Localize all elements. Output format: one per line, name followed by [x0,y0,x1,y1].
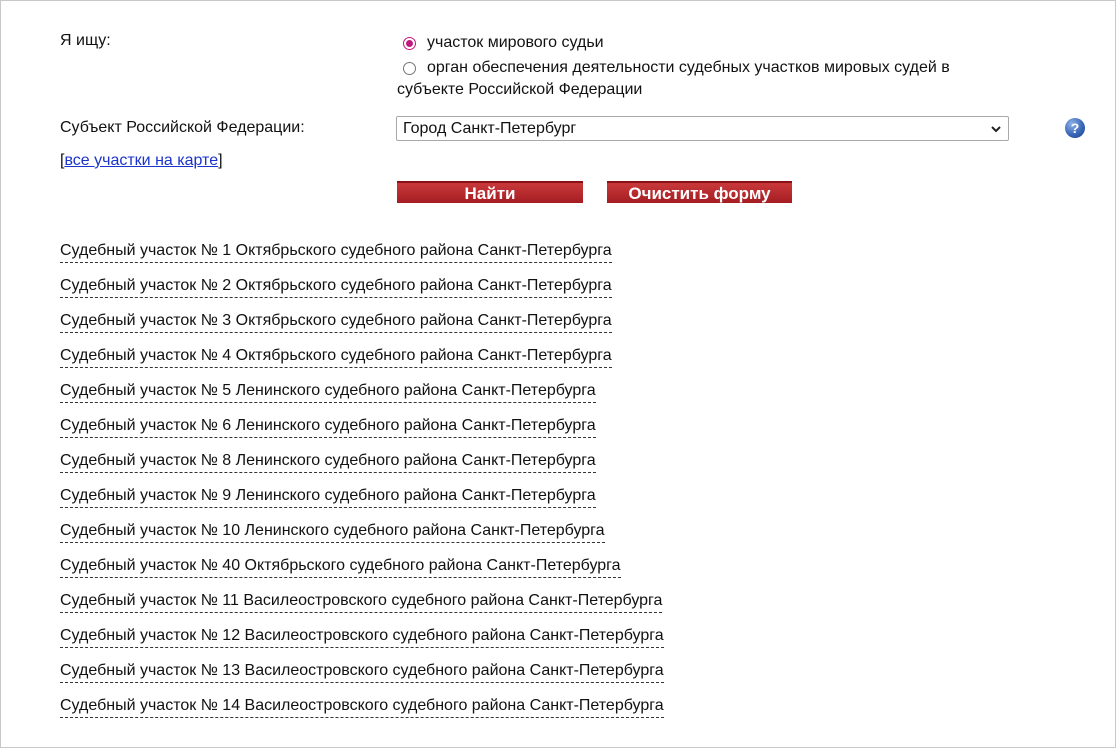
chevron-down-icon [991,126,1001,133]
result-link[interactable]: Судебный участок № 9 Ленинского судебног… [60,485,596,508]
option-uchastok-label: участок мирового судьи [427,34,604,51]
help-icon[interactable]: ? [1065,118,1085,138]
result-link[interactable]: Судебный участок № 6 Ленинского судебног… [60,415,596,438]
find-button[interactable]: Найти [397,181,583,203]
radio-unselected-icon[interactable] [403,62,416,75]
list-item: Судебный участок № 13 Василеостровского … [60,660,664,695]
list-item: Судебный участок № 1 Октябрьского судебн… [60,240,664,275]
search-label: Я ищу: [60,32,111,49]
clear-button[interactable]: Очистить форму [607,181,792,203]
option-organ-label: орган обеспечения деятельности судебных … [427,59,950,76]
result-link[interactable]: Судебный участок № 11 Василеостровского … [60,590,663,613]
result-link[interactable]: Судебный участок № 12 Василеостровского … [60,625,664,648]
list-item: Судебный участок № 8 Ленинского судебног… [60,450,664,485]
list-item: Судебный участок № 6 Ленинского судебног… [60,415,664,450]
option-organ-label-line2: субъекте Российской Федерации [397,81,643,98]
list-item: Судебный участок № 5 Ленинского судебног… [60,380,664,415]
result-link[interactable]: Судебный участок № 3 Октябрьского судебн… [60,310,612,333]
result-link[interactable]: Судебный участок № 10 Ленинского судебно… [60,520,605,543]
list-item: Судебный участок № 11 Василеостровского … [60,590,664,625]
list-item: Судебный участок № 9 Ленинского судебног… [60,485,664,520]
result-link[interactable]: Судебный участок № 13 Василеостровского … [60,660,664,683]
list-item: Судебный участок № 10 Ленинского судебно… [60,520,664,555]
map-link-wrap: [все участки на карте] [60,152,223,170]
result-link[interactable]: Судебный участок № 40 Октябрьского судеб… [60,555,621,578]
result-link[interactable]: Судебный участок № 1 Октябрьского судебн… [60,240,612,263]
list-item: Судебный участок № 14 Василеостровского … [60,695,664,730]
result-link[interactable]: Судебный участок № 4 Октябрьского судебн… [60,345,612,368]
subject-select[interactable]: Город Санкт-Петербург [396,116,1009,141]
bracket-close: ] [218,152,223,169]
result-link[interactable]: Судебный участок № 2 Октябрьского судебн… [60,275,612,298]
map-link[interactable]: все участки на карте [64,152,218,169]
list-item: Судебный участок № 4 Октябрьского судебн… [60,345,664,380]
results-list: Судебный участок № 1 Октябрьского судебн… [60,240,664,730]
list-item: Судебный участок № 3 Октябрьского судебн… [60,310,664,345]
list-item: Судебный участок № 2 Октябрьского судебн… [60,275,664,310]
result-link[interactable]: Судебный участок № 8 Ленинского судебног… [60,450,596,473]
option-uchastok[interactable]: участок мирового судьи [403,34,604,55]
result-link[interactable]: Судебный участок № 5 Ленинского судебног… [60,380,596,403]
list-item: Судебный участок № 12 Василеостровского … [60,625,664,660]
option-organ[interactable]: орган обеспечения деятельности судебных … [403,59,950,80]
result-link[interactable]: Судебный участок № 14 Василеостровского … [60,695,664,718]
radio-selected-icon[interactable] [403,37,416,50]
list-item: Судебный участок № 40 Октябрьского судеб… [60,555,664,590]
subject-select-value: Город Санкт-Петербург [403,120,577,137]
subject-label: Субъект Российской Федерации: [60,119,305,136]
